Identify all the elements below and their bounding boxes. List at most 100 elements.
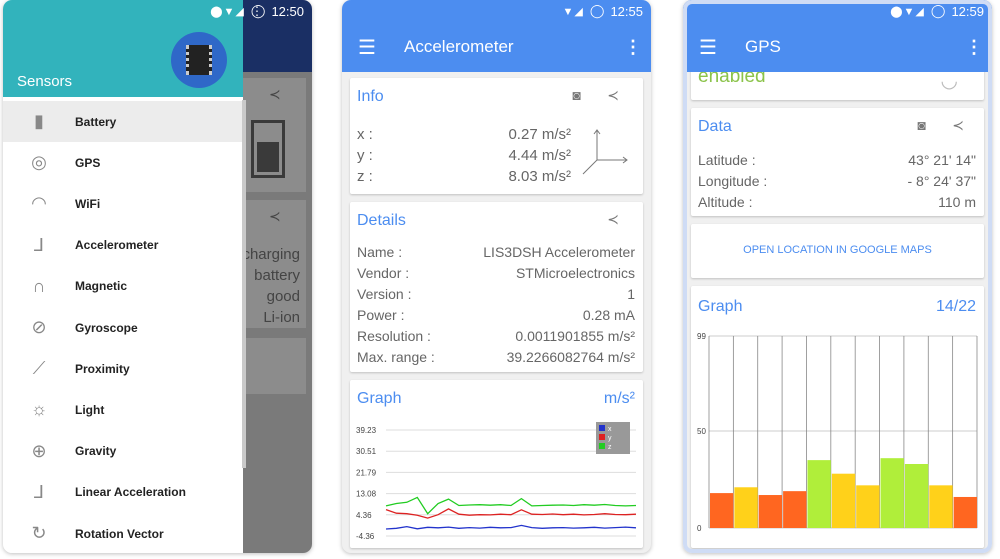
y-tick-label: 39.23 <box>356 426 377 435</box>
satellite-count: 14/22 <box>935 298 976 315</box>
axes-icon <box>582 129 628 175</box>
light-icon: ☼ <box>30 399 48 420</box>
row-value: 110 m <box>938 194 976 210</box>
sidebar-item-label: Light <box>75 402 105 417</box>
info-title: Info <box>357 88 384 105</box>
series-line-z <box>385 496 637 515</box>
row-label: Vendor : <box>357 265 410 281</box>
satellite-bar <box>710 493 734 528</box>
sidebar-item-gravity[interactable]: ⊕ Gravity <box>3 431 243 472</box>
graph-title: Graph <box>698 298 743 315</box>
status-time: 12:59 <box>951 3 984 19</box>
globe-icon: ⊕ <box>31 440 47 461</box>
sidebar-item-accelerometer[interactable]: ⅃ Accelerometer <box>3 225 243 266</box>
share-icon[interactable]: ≺ <box>607 87 619 104</box>
sidebar-item-gyroscope[interactable]: ⊘ Gyroscope <box>3 307 243 348</box>
hamburger-menu-icon[interactable]: ☰ <box>342 35 392 60</box>
legend-label: y <box>608 435 612 442</box>
details-title: Details <box>357 212 406 229</box>
magnet-icon: ∩ <box>32 275 46 296</box>
row-value: 0.27 m/s² <box>508 126 571 143</box>
share-icon[interactable]: ≺ <box>952 117 964 134</box>
sidebar-item-label: Proximity <box>75 361 130 376</box>
gps-icon: ◎ <box>31 152 47 173</box>
satellite-bar <box>758 495 783 528</box>
sync-icon: ◯ <box>930 3 946 18</box>
row-value: 0.0011901855 m/s² <box>515 328 635 344</box>
status-time: 12:50 <box>271 3 304 19</box>
sidebar-item-battery[interactable]: ▮ Battery <box>3 101 243 142</box>
maps-button-card[interactable]: OPEN LOCATION IN GOOGLE MAPS <box>691 224 984 278</box>
row-value: LIS3DSH Accelerometer <box>483 244 635 260</box>
battery-icon <box>251 120 285 178</box>
sidebar-item-linear-acceleration[interactable]: ⅃ Linear Acceleration <box>3 472 243 513</box>
satellite-bar <box>856 485 880 528</box>
row-label: x : <box>357 126 373 143</box>
sidebar-item-label: Gravity <box>75 444 117 459</box>
page-title: Accelerometer <box>404 37 514 56</box>
row-label: Latitude : <box>698 152 756 168</box>
app-bar: ☰ GPS ⋮ <box>683 22 992 72</box>
row-value: 43° 21' 14" <box>908 152 976 168</box>
sidebar-item-light[interactable]: ☼ Light <box>3 389 243 430</box>
row-value: 1 <box>627 286 635 302</box>
satellite-bar <box>783 491 807 528</box>
row-value: 4.44 m/s² <box>508 147 571 164</box>
signal-icons: ⬤▼◢ <box>210 5 245 18</box>
y-tick-label: 99 <box>697 332 706 341</box>
sidebar-item-wifi[interactable]: ◠ WiFi <box>3 183 243 224</box>
satellite-bar <box>929 485 953 528</box>
wifi-icon: ◠ <box>31 193 47 214</box>
row-label: Altitude : <box>698 194 753 210</box>
y-tick-label: 13.08 <box>356 490 377 499</box>
camera-icon[interactable]: ◙ <box>918 117 926 133</box>
sidebar-item-proximity[interactable]: ⟋ Proximity <box>3 348 243 389</box>
row-label: Max. range : <box>357 349 435 365</box>
sidebar-item-label: Rotation Vector <box>75 526 164 541</box>
drawer-scrollbar[interactable] <box>242 100 246 468</box>
signal-icons: ▼◢ <box>562 5 584 18</box>
sidebar-item-label: Linear Acceleration <box>75 485 186 500</box>
satellite-bar <box>953 496 977 528</box>
sidebar-item-magnetic[interactable]: ∩ Magnetic <box>3 266 243 307</box>
sidebar-item-gps[interactable]: ◎ GPS <box>3 142 243 183</box>
data-title: Data <box>698 118 732 135</box>
share-icon[interactable]: ≺ <box>607 211 619 228</box>
sidebar-item-label: GPS <box>75 155 101 170</box>
legend-swatch-x <box>599 425 605 431</box>
y-tick-label: 0 <box>697 524 702 533</box>
overflow-menu-icon[interactable]: ⋮ <box>956 37 992 58</box>
satellite-bar <box>831 473 856 528</box>
navigation-drawer: Sensors ▮ Battery ◎ GPS ◠ WiFi ⅃ Accelerometer ∩… <box>3 0 243 553</box>
hamburger-menu-icon[interactable]: ☰ <box>683 35 733 60</box>
accelerometer-line-chart: 39.23 30.51 21.79 13.08 4.36 -4.36 xyz <box>356 422 637 541</box>
satellite-bar-chart: 99 50 0 <box>697 332 978 533</box>
sidebar-item-label: Magnetic <box>75 279 128 294</box>
linear-acceleration-icon: ⅃ <box>33 481 45 502</box>
row-label: Name : <box>357 244 403 260</box>
status-time: 12:55 <box>610 3 643 19</box>
row-label: z : <box>357 168 373 185</box>
camera-icon[interactable]: ◙ <box>573 87 581 103</box>
sidebar-item-label: WiFi <box>75 196 101 211</box>
row-value: STMicroelectronics <box>515 265 635 281</box>
data-row: Resolution : 0.0011901855 m/s² <box>357 328 635 348</box>
data-row: Altitude : 110 m <box>698 194 976 214</box>
data-row: Latitude : 43° 21' 14" <box>698 152 976 172</box>
gps-graph-card: Graph 14/22 99 50 0 <box>691 286 984 548</box>
open-maps-button[interactable]: OPEN LOCATION IN GOOGLE MAPS <box>691 244 984 256</box>
accelerometer-icon: ⅃ <box>33 234 45 255</box>
row-value: 0.28 mA <box>582 307 635 323</box>
sidebar-item-rotation-vector[interactable]: ↻ Rotation Vector <box>3 513 243 553</box>
y-tick-label: 4.36 <box>356 511 372 520</box>
data-row: Max. range : 39.2266082764 m/s² <box>357 349 635 369</box>
status-bar: ▼◢ ◯ 12:55 <box>342 0 651 22</box>
y-tick-label: 21.79 <box>356 468 377 477</box>
status-bar: ⬤▼◢ ◯ 12:59 <box>683 0 992 22</box>
y-tick-label: 50 <box>697 427 706 436</box>
status-bar: ⬤▼◢ ◯ 12:50 <box>3 0 312 22</box>
satellite-bar <box>734 487 758 528</box>
overflow-menu-icon[interactable]: ⋮ <box>615 37 651 58</box>
row-label: Power : <box>357 307 405 323</box>
share-icon: ≺ <box>269 86 281 102</box>
